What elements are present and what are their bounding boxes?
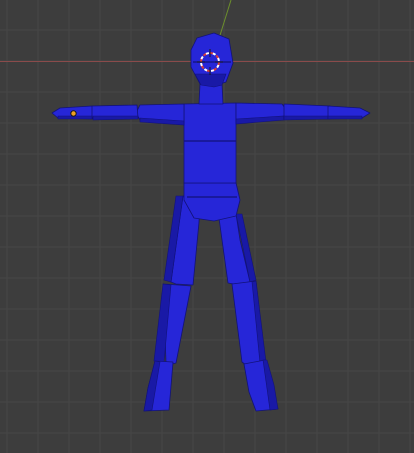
left-forearm-shade bbox=[92, 115, 139, 121]
origin-dot-icon[interactable] bbox=[70, 110, 77, 117]
right-forearm-shade bbox=[283, 115, 331, 121]
3d-viewport[interactable] bbox=[0, 0, 414, 453]
pelvis[interactable] bbox=[183, 182, 241, 222]
neck[interactable] bbox=[198, 83, 224, 105]
left-hand-shade bbox=[57, 115, 93, 120]
right-hand-shade bbox=[327, 115, 363, 120]
torso[interactable] bbox=[183, 102, 237, 184]
viewport-canvas[interactable] bbox=[0, 0, 414, 453]
